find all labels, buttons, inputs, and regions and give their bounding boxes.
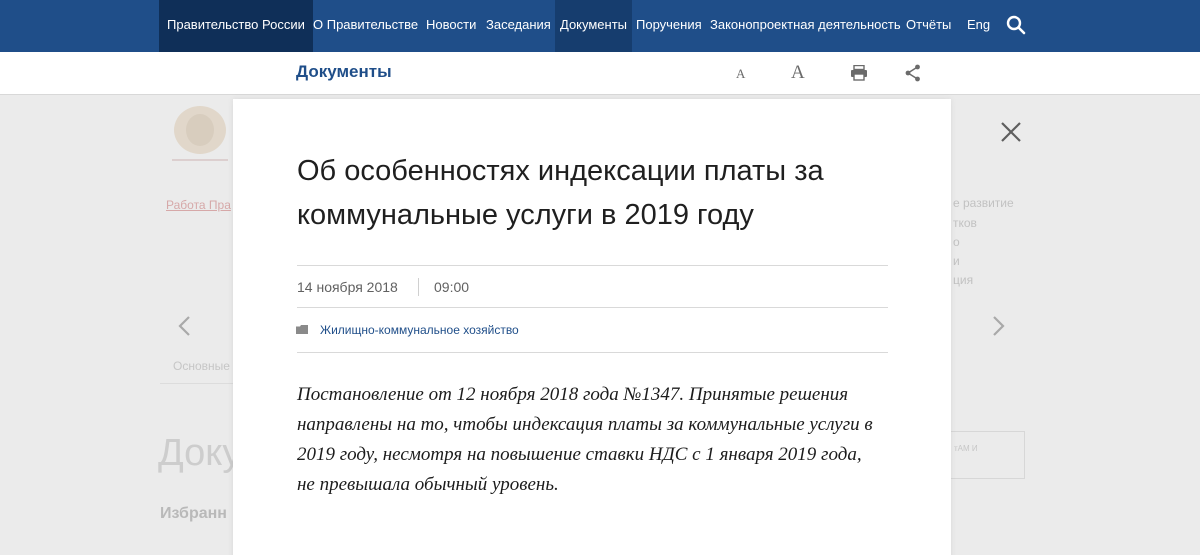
bg-subheading: Избранн: [160, 505, 227, 522]
top-navigation: Правительство России О Правительстве Нов…: [0, 0, 1200, 52]
divider-middle: [297, 307, 888, 308]
close-icon[interactable]: [1000, 121, 1022, 143]
share-icon[interactable]: [905, 64, 921, 82]
search-icon[interactable]: [1006, 15, 1026, 35]
nav-item-english[interactable]: Eng: [967, 0, 990, 52]
nav-item-meetings[interactable]: Заседания: [486, 0, 551, 52]
document-modal: Об особенностях индексации платы за комм…: [233, 99, 951, 555]
font-increase-button[interactable]: A: [791, 62, 805, 84]
bg-button-label: тАМ И: [954, 444, 978, 453]
bg-filter-button[interactable]: тАМ И: [943, 431, 1025, 479]
bg-right-line-3: о: [953, 235, 960, 249]
nav-item-documents[interactable]: Документы: [555, 0, 633, 52]
section-title: Документы: [296, 62, 392, 81]
bg-right-line-4: и: [953, 254, 960, 268]
document-time: 09:00: [434, 279, 470, 295]
bg-right-line-1: е развитие: [953, 196, 1014, 210]
nav-item-instructions[interactable]: Поручения: [636, 0, 702, 52]
bg-right-line-2: тков: [953, 216, 977, 230]
divider-top: [297, 265, 888, 266]
bg-tab-main[interactable]: Основные: [173, 359, 230, 373]
nav-item-news[interactable]: Новости: [426, 0, 476, 52]
nav-item-reports[interactable]: Отчёты: [906, 0, 951, 52]
emblem-icon: [172, 106, 228, 161]
divider-bottom: [297, 352, 888, 353]
nav-item-about[interactable]: О Правительстве: [313, 0, 418, 52]
chevron-right-icon[interactable]: [988, 314, 1008, 338]
folder-icon: [296, 325, 308, 334]
bg-link-work[interactable]: Работа Пра: [166, 198, 231, 212]
document-date: 14 ноября 2018: [297, 279, 398, 295]
bg-heading: Доку: [158, 432, 242, 474]
document-lead: Постановление от 12 ноября 2018 года №13…: [297, 384, 873, 495]
category-link[interactable]: Жилищно-коммунальное хозяйство: [320, 323, 519, 337]
font-decrease-button[interactable]: A: [736, 66, 745, 82]
nav-brand-link[interactable]: Правительство России: [159, 0, 313, 52]
document-title: Об особенностях индексации платы за комм…: [297, 155, 824, 231]
chevron-left-icon[interactable]: [175, 314, 195, 338]
bg-right-line-5: ция: [953, 273, 974, 287]
section-header-bar: Документы A A: [0, 52, 1200, 95]
bg-divider: [160, 383, 233, 384]
nav-item-legislation[interactable]: Законопроектная деятельность: [710, 0, 901, 52]
print-icon[interactable]: [850, 65, 868, 81]
meta-separator: [418, 278, 419, 296]
